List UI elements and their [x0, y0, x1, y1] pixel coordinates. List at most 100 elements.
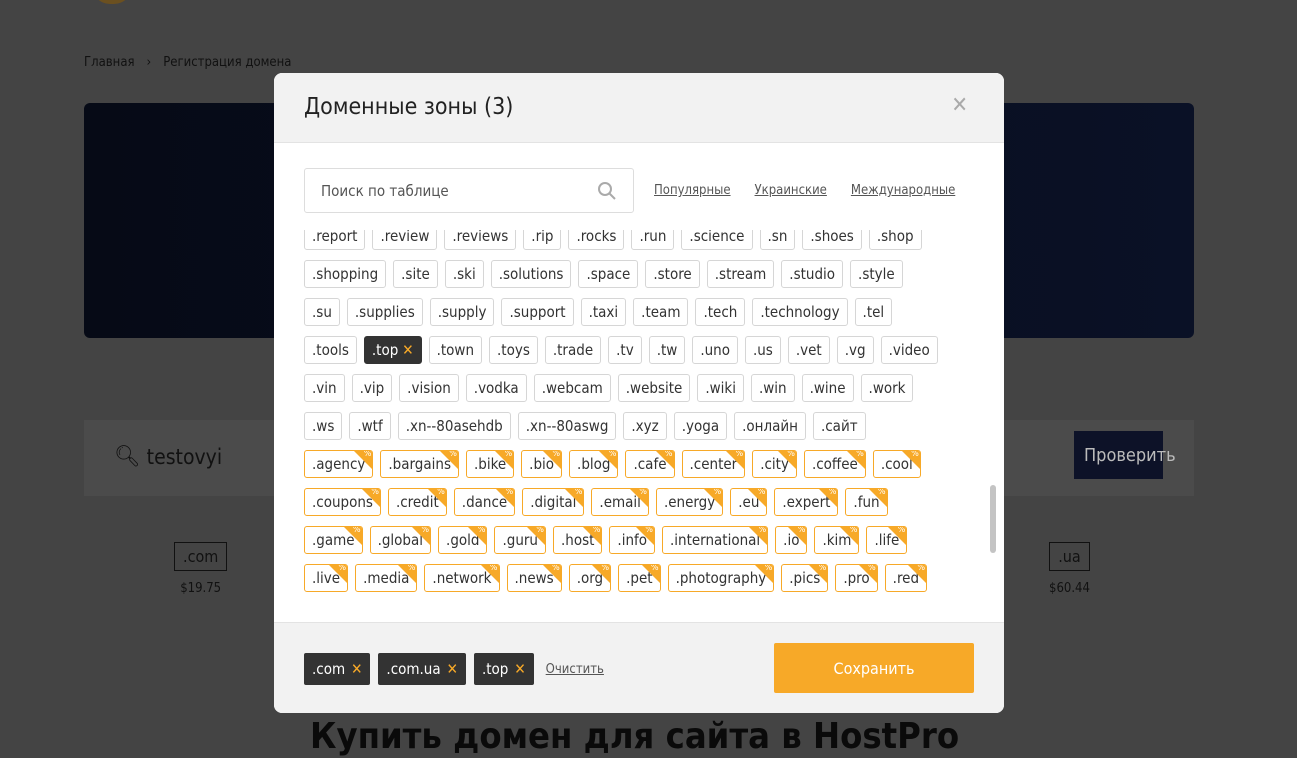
scrollbar[interactable]: [990, 238, 996, 600]
zone-card[interactable]: .com $19.75: [174, 542, 228, 596]
zone-tag[interactable]: .town: [428, 336, 483, 364]
check-button[interactable]: Проверить: [1074, 431, 1176, 479]
zone-tag[interactable]: .fun%: [845, 488, 888, 516]
zone-tag[interactable]: .energy%: [655, 488, 724, 516]
zone-tag[interactable]: .webcam: [533, 374, 611, 402]
zone-tag[interactable]: .vin: [304, 374, 345, 402]
zone-tag[interactable]: .bio%: [521, 450, 563, 478]
zone-tag[interactable]: .cafe%: [625, 450, 675, 478]
zone-tag[interactable]: .shopping: [304, 260, 387, 288]
zone-card[interactable]: .ua $60.44: [1049, 542, 1090, 596]
zone-tag[interactable]: .red%: [884, 564, 928, 592]
zone-tag[interactable]: .gold%: [438, 526, 488, 554]
zone-tag[interactable]: .tel: [854, 298, 893, 326]
zone-tag[interactable]: .blog%: [569, 450, 619, 478]
zone-tag[interactable]: .international%: [662, 526, 769, 554]
zone-tag[interactable]: .tw: [648, 336, 686, 364]
zone-tag[interactable]: .rocks: [568, 230, 625, 250]
zone-tag[interactable]: .kim%: [814, 526, 860, 554]
zone-tag[interactable]: .expert%: [774, 488, 839, 516]
zone-tag[interactable]: .cool%: [872, 450, 921, 478]
zone-tag[interactable]: .uno: [692, 336, 738, 364]
zone-tag[interactable]: .site: [393, 260, 438, 288]
zone-tag[interactable]: .tech: [695, 298, 746, 326]
zone-tag[interactable]: .coffee%: [803, 450, 866, 478]
zone-tag[interactable]: .supply: [429, 298, 495, 326]
table-search-input[interactable]: [321, 181, 597, 200]
zone-tag[interactable]: .space: [578, 260, 639, 288]
zone-tag[interactable]: .technology: [752, 298, 848, 326]
zone-tag[interactable]: .xyz: [623, 412, 667, 440]
zone-tag[interactable]: .tv: [608, 336, 642, 364]
filter-international[interactable]: Международные: [851, 183, 955, 198]
zone-tag[interactable]: .xn--80aswg: [517, 412, 617, 440]
zone-tag[interactable]: .wine: [801, 374, 854, 402]
zone-tag[interactable]: .work: [860, 374, 914, 402]
zone-tag[interactable]: .life%: [866, 526, 908, 554]
zone-tag[interactable]: .vision: [399, 374, 459, 402]
filter-popular[interactable]: Популярные: [654, 183, 731, 198]
zone-tag[interactable]: .network%: [424, 564, 500, 592]
zone-tag[interactable]: .science: [681, 230, 753, 250]
zone-tag[interactable]: .video: [880, 336, 938, 364]
zone-tag[interactable]: .vet: [787, 336, 830, 364]
zone-tag[interactable]: .wiki: [697, 374, 744, 402]
zone-tag[interactable]: .io%: [775, 526, 808, 554]
zone-tag[interactable]: .host%: [552, 526, 603, 554]
zone-tag[interactable]: .reviews: [444, 230, 517, 250]
zone-tag[interactable]: .сайт: [812, 412, 866, 440]
remove-icon[interactable]: ✕: [351, 660, 362, 678]
zone-tag[interactable]: .city%: [752, 450, 797, 478]
zone-tag[interactable]: .report: [304, 230, 366, 250]
zone-tag[interactable]: .news%: [506, 564, 562, 592]
search-icon[interactable]: [597, 181, 617, 201]
zone-tag[interactable]: .photography%: [667, 564, 775, 592]
zone-tag[interactable]: .bargains%: [380, 450, 459, 478]
zone-tag[interactable]: .rip: [523, 230, 562, 250]
filter-ukrainian[interactable]: Украинские: [755, 183, 827, 198]
zone-tag[interactable]: .us: [744, 336, 781, 364]
zone-tag[interactable]: .coupons%: [304, 488, 381, 516]
zone-tag[interactable]: .shoes: [802, 230, 862, 250]
zone-tag[interactable]: .xn--80asehdb: [397, 412, 511, 440]
zone-tag[interactable]: .info%: [609, 526, 655, 554]
zone-tag[interactable]: .team: [633, 298, 689, 326]
zone-tag[interactable]: .supplies: [346, 298, 423, 326]
zone-tag[interactable]: .center%: [681, 450, 746, 478]
breadcrumb-home[interactable]: Главная: [84, 55, 135, 70]
zone-tag[interactable]: .stream: [706, 260, 775, 288]
zone-tag[interactable]: .sn: [759, 230, 796, 250]
domain-search-input[interactable]: testovyi: [147, 445, 222, 469]
zone-tag[interactable]: .win: [750, 374, 795, 402]
zone-tag[interactable]: .global%: [369, 526, 432, 554]
zone-tag[interactable]: .trade: [544, 336, 602, 364]
zone-tag[interactable]: .game%: [304, 526, 363, 554]
zone-tag[interactable]: .store: [645, 260, 700, 288]
zone-tag[interactable]: .yoga: [673, 412, 728, 440]
save-button[interactable]: Сохранить: [774, 643, 974, 693]
zone-tag[interactable]: .vodka: [465, 374, 527, 402]
remove-icon[interactable]: ✕: [447, 660, 458, 678]
zone-tag[interactable]: .ws: [304, 412, 343, 440]
remove-icon[interactable]: ✕: [514, 660, 525, 678]
zone-tag[interactable]: .shop: [868, 230, 922, 250]
zone-tag[interactable]: .eu%: [730, 488, 768, 516]
zone-tag[interactable]: .dance%: [453, 488, 516, 516]
zone-tag[interactable]: .vip: [351, 374, 393, 402]
scrollbar-thumb[interactable]: [990, 485, 996, 553]
zone-tag[interactable]: .pet%: [618, 564, 661, 592]
zone-tag[interactable]: .guru%: [494, 526, 546, 554]
zone-tag[interactable]: .ski: [444, 260, 484, 288]
zone-tag[interactable]: .wtf: [349, 412, 391, 440]
zone-tag[interactable]: .support: [501, 298, 574, 326]
zone-tag[interactable]: .toys: [489, 336, 538, 364]
close-icon[interactable]: ✕: [951, 93, 968, 118]
zone-tag[interactable]: .review: [372, 230, 438, 250]
zone-tag[interactable]: .su: [304, 298, 340, 326]
zone-tag[interactable]: .bike%: [465, 450, 515, 478]
zone-tag[interactable]: .pics%: [781, 564, 829, 592]
zone-tag[interactable]: .studio: [781, 260, 844, 288]
zone-tag[interactable]: .tools: [304, 336, 357, 364]
zone-tag[interactable]: .онлайн: [734, 412, 806, 440]
zone-tag[interactable]: .website: [617, 374, 691, 402]
